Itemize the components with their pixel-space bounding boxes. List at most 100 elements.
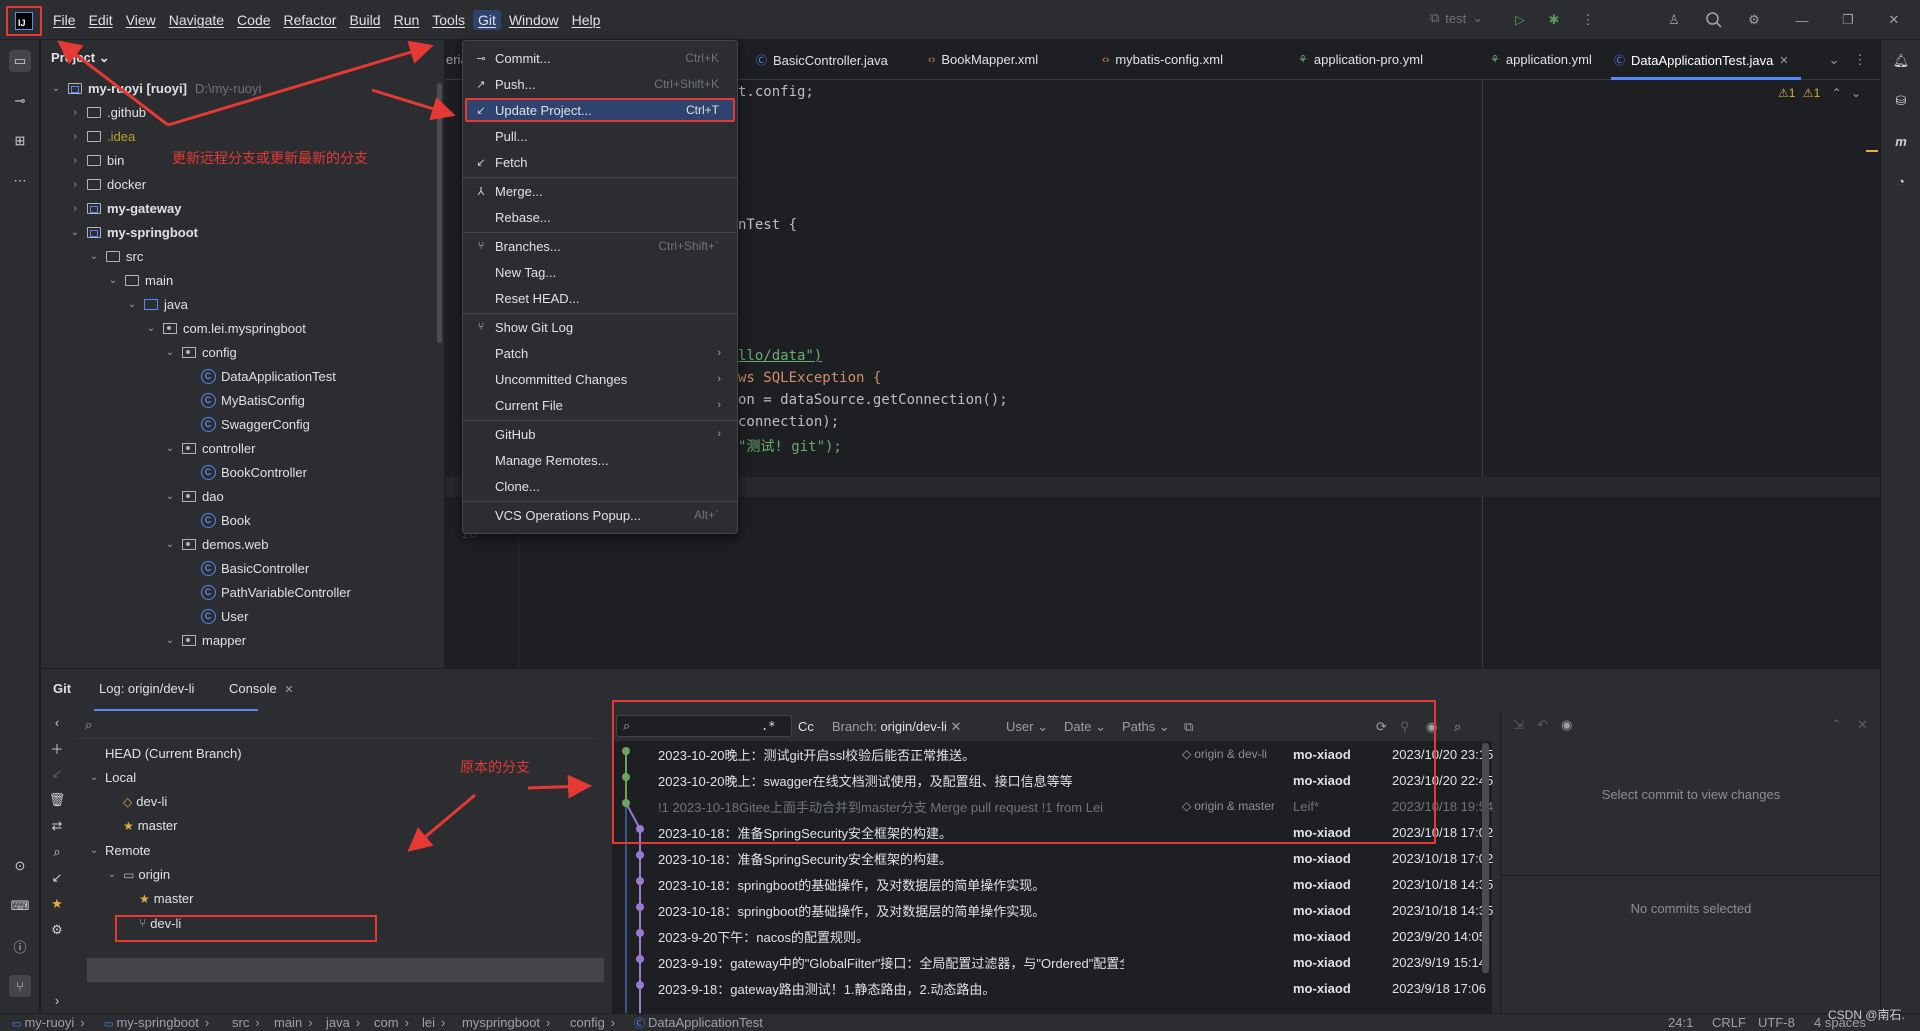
- tree-node-bin[interactable]: › bin: [68, 148, 124, 172]
- favorite-star-icon[interactable]: ★: [46, 893, 68, 915]
- tree-node-swaggerconfig[interactable]: C SwaggerConfig: [182, 412, 310, 436]
- git-menu-commit[interactable]: ⊸ Commit... Ctrl+K: [467, 46, 733, 70]
- tree-node-basiccontroller[interactable]: C BasicController: [182, 556, 309, 580]
- tree-node-my-ruoyi-ruoyi-[interactable]: ⌄ my-ruoyi [ruoyi] D:\my-ruoyi: [49, 76, 262, 100]
- code-line-5[interactable]: on = dataSource.getConnection();: [738, 392, 1008, 408]
- tab-git[interactable]: Git: [53, 681, 71, 696]
- chevron-down-icon[interactable]: ⌄: [105, 869, 119, 880]
- log-scrollbar[interactable]: [1482, 743, 1489, 973]
- breadcrumb-my-ruoyi[interactable]: ▭ my-ruoyi ›: [12, 1015, 85, 1030]
- close-details-icon[interactable]: ✕: [1857, 717, 1868, 733]
- chevron-down-icon[interactable]: ⌄: [163, 347, 177, 358]
- tree-node-user[interactable]: C User: [182, 604, 248, 628]
- tree-node-my-gateway[interactable]: › my-gateway: [68, 196, 181, 220]
- git-menu-patch[interactable]: Patch ›: [467, 341, 733, 365]
- chevron-down-icon[interactable]: ⌄: [87, 772, 101, 783]
- menu-window[interactable]: Window: [504, 10, 564, 30]
- chevron-right-icon[interactable]: ›: [68, 203, 82, 214]
- branch-origin-master[interactable]: ★ master: [139, 887, 194, 911]
- search-branch-icon[interactable]: ⌕: [46, 841, 68, 863]
- breadcrumb-dataapplicationtest[interactable]: Ⓒ DataApplicationTest: [634, 1015, 763, 1031]
- tree-node-main[interactable]: ⌄ main: [106, 268, 173, 292]
- code-line-2[interactable]: nTest {: [738, 217, 797, 233]
- go-to-hash-icon[interactable]: ⌕: [1454, 719, 1461, 735]
- expand-icon[interactable]: ›: [46, 989, 68, 1011]
- tree-node--github[interactable]: › .github: [68, 100, 146, 124]
- git-menu-pull[interactable]: Pull...: [467, 124, 733, 148]
- tab-console[interactable]: Console ✕: [229, 681, 294, 696]
- code-line-3[interactable]: llo/data"): [738, 348, 822, 364]
- prev-highlight-icon[interactable]: ⌃: [1832, 86, 1842, 100]
- chevron-right-icon[interactable]: ›: [68, 155, 82, 166]
- breadcrumb-com[interactable]: com ›: [374, 1015, 409, 1030]
- breadcrumb-src[interactable]: src ›: [232, 1015, 260, 1030]
- tab-basiccontroller-java[interactable]: Ⓒ BasicController.java: [756, 52, 888, 68]
- code-line-4[interactable]: ws SQLException {: [738, 370, 881, 386]
- app-logo[interactable]: IJ: [6, 6, 42, 36]
- commit-row[interactable]: 2023-10-18：springboot的基础操作，及对数据层的简单操作实现。…: [612, 871, 1493, 897]
- project-tool-icon[interactable]: ▭: [9, 50, 31, 72]
- code-line-6[interactable]: connection);: [738, 414, 839, 430]
- breadcrumb-config[interactable]: config ›: [570, 1015, 615, 1030]
- git-menu-merge[interactable]: ⅄ Merge...: [467, 179, 733, 203]
- code-line-1[interactable]: t.config;: [738, 84, 814, 100]
- menu-code[interactable]: Code: [232, 10, 275, 30]
- breadcrumb-main[interactable]: main ›: [274, 1015, 313, 1030]
- tree-node--idea[interactable]: › .idea: [68, 124, 135, 148]
- git-menu-uncommitted-changes[interactable]: Uncommitted Changes ›: [467, 367, 733, 391]
- chevron-down-icon[interactable]: ⌄: [68, 227, 82, 238]
- tree-node-my-springboot[interactable]: ⌄ my-springboot: [68, 220, 198, 244]
- branch-group-origin[interactable]: ⌄ ▭ origin: [105, 863, 170, 887]
- database-tool-icon[interactable]: ⛁: [1890, 90, 1912, 112]
- commit-tool-icon[interactable]: ⊸: [9, 90, 31, 112]
- breadcrumb-myspringboot[interactable]: myspringboot ›: [462, 1015, 550, 1030]
- tree-node-demos-web[interactable]: ⌄ demos.web: [163, 532, 269, 556]
- chevron-right-icon[interactable]: ›: [68, 131, 82, 142]
- git-menu-current-file[interactable]: Current File ›: [467, 393, 733, 417]
- minimize-window-icon[interactable]: —: [1792, 10, 1812, 30]
- git-menu-show-git-log[interactable]: ⑂ Show Git Log: [467, 315, 733, 339]
- project-panel-header[interactable]: Project ⌄: [51, 50, 110, 66]
- maven-tool-icon[interactable]: m: [1890, 130, 1912, 152]
- tab-application-pro-yml[interactable]: ⚘ application-pro.yml: [1298, 52, 1423, 67]
- branch-group-remote[interactable]: ⌄ Remote: [87, 838, 151, 862]
- close-tab-icon[interactable]: ✕: [1779, 54, 1788, 67]
- structure-tool-icon[interactable]: ⊞: [9, 130, 31, 152]
- compare-branch-icon[interactable]: ⇄: [46, 815, 68, 837]
- code-line-7[interactable]: "测试! git");: [738, 436, 842, 456]
- fetch-icon[interactable]: ↙: [46, 867, 68, 889]
- notifications-bell-icon[interactable]: 🔔︎: [1890, 50, 1912, 72]
- menu-build[interactable]: Build: [344, 10, 385, 30]
- next-highlight-icon[interactable]: ⌄: [1851, 86, 1861, 100]
- run-icon[interactable]: ▷: [1510, 10, 1530, 30]
- git-menu-github[interactable]: GitHub ›: [467, 422, 733, 446]
- terminal-tool-icon[interactable]: ⌨: [9, 895, 31, 917]
- tree-node-java[interactable]: ⌄ java: [125, 292, 188, 316]
- update-branch-icon[interactable]: ↙: [46, 763, 68, 785]
- collapse-icon[interactable]: ⌃: [1831, 717, 1842, 733]
- gradle-tool-icon[interactable]: ◔: [1890, 170, 1912, 192]
- commit-row[interactable]: 2023-9-20下午：nacos的配置规则。 mo-xiaod 2023/9/20…: [612, 923, 1492, 949]
- branch-local-dev-li[interactable]: ◇ dev-li: [123, 790, 167, 814]
- git-menu-manage-remotes[interactable]: Manage Remotes...: [467, 448, 733, 472]
- git-menu-update-project[interactable]: ↙ Update Project... Ctrl+T: [465, 98, 735, 122]
- caret-position[interactable]: 24:1: [1668, 1015, 1693, 1030]
- tab-options-icon[interactable]: ⋮: [1850, 50, 1870, 70]
- more-tools-icon[interactable]: ⋯: [9, 170, 31, 192]
- line-separator[interactable]: CRLF: [1712, 1015, 1746, 1030]
- close-window-icon[interactable]: ✕: [1884, 10, 1904, 30]
- close-tab-icon[interactable]: ✕: [284, 684, 293, 696]
- inspection-widget[interactable]: ⚠1 ⚠1 ⌃ ⌄: [1778, 86, 1861, 100]
- menu-refactor[interactable]: Refactor: [279, 10, 342, 30]
- chevron-down-icon[interactable]: ⌄: [163, 635, 177, 646]
- tree-node-book[interactable]: C Book: [182, 508, 251, 532]
- git-menu-reset-head[interactable]: Reset HEAD...: [467, 286, 733, 310]
- tree-node-dataapplicationtest[interactable]: C DataApplicationTest: [182, 364, 336, 388]
- warning-marker[interactable]: [1866, 150, 1878, 152]
- problems-tool-icon[interactable]: ⓘ: [9, 935, 31, 957]
- branch-local-master[interactable]: ★ master: [123, 814, 178, 838]
- restore-window-icon[interactable]: ❐: [1838, 10, 1858, 30]
- tab-dataapplicationtest-java[interactable]: Ⓒ DataApplicationTest.java ✕: [1614, 52, 1789, 68]
- tree-node-mapper[interactable]: ⌄ mapper: [163, 628, 246, 652]
- branch-head[interactable]: HEAD (Current Branch): [105, 741, 242, 765]
